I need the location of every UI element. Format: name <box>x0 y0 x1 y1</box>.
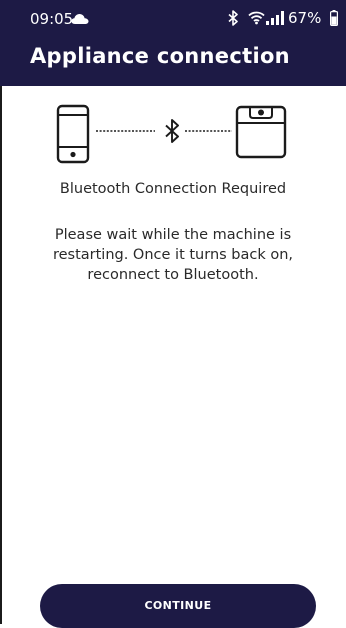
screen-edge <box>0 86 2 624</box>
battery-percent: 67% <box>288 9 322 27</box>
appliance-icon <box>235 105 287 159</box>
bluetooth-icon <box>165 119 179 143</box>
connection-illustration <box>56 104 287 164</box>
cloud-icon <box>71 14 89 24</box>
bluetooth-icon <box>228 10 238 26</box>
signal-icon <box>266 11 284 25</box>
connection-instructions: Please wait while the machine is restart… <box>52 227 294 283</box>
status-bar: 09:05 67% <box>0 0 346 34</box>
status-time: 09:05 <box>30 10 74 28</box>
page-title: Appliance connection <box>30 44 290 68</box>
phone-icon <box>56 104 90 164</box>
wifi-icon <box>248 11 265 25</box>
app-header: 09:05 67% Appliance connection <box>0 0 346 86</box>
connection-required-title: Bluetooth Connection Required <box>59 181 287 197</box>
continue-button[interactable]: CONTINUE <box>40 584 316 628</box>
battery-icon <box>330 10 338 26</box>
